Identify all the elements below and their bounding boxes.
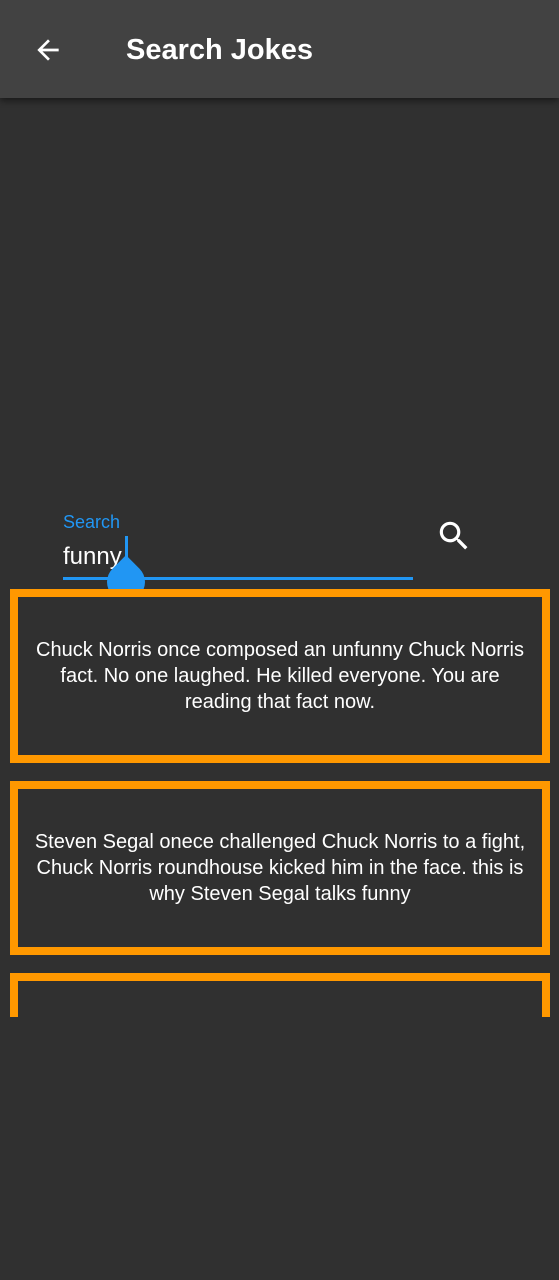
joke-card[interactable]: Steven Segal onece challenged Chuck Norr… — [10, 781, 550, 955]
app-screen: Search Jokes Search funny Chuck Norris o… — [0, 0, 559, 1280]
joke-card[interactable]: Chuck Norris once composed an unfunny Ch… — [10, 589, 550, 763]
app-bar: Search Jokes — [0, 0, 559, 98]
arrow-back-icon — [37, 39, 59, 61]
search-label: Search — [63, 512, 121, 532]
search-icon — [439, 521, 468, 550]
search-button[interactable] — [432, 514, 476, 558]
search-underline — [63, 577, 413, 580]
joke-text: Chuck Norris once composed an unfunny Ch… — [36, 639, 524, 713]
page-title: Search Jokes — [126, 34, 314, 66]
list-clip-area — [0, 1017, 559, 1280]
back-button[interactable] — [24, 26, 72, 74]
search-field[interactable]: Search funny — [63, 508, 413, 609]
joke-text: Steven Segal onece challenged Chuck Norr… — [34, 831, 526, 905]
